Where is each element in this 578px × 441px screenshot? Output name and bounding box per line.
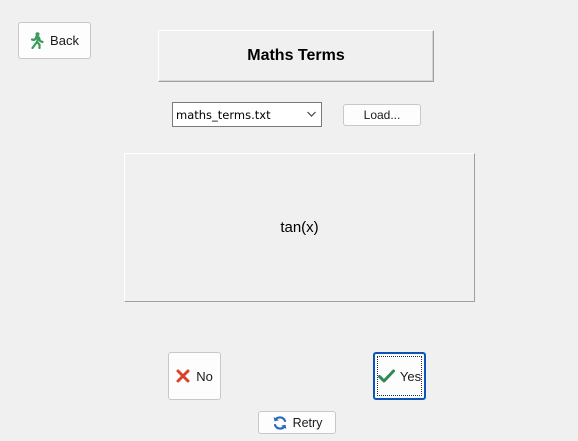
load-label: Load...	[363, 108, 401, 122]
page-title: Maths Terms	[158, 30, 434, 82]
back-label: Back	[50, 33, 79, 48]
chevron-down-icon	[306, 108, 317, 123]
yes-label: Yes	[399, 368, 422, 384]
term-text: tan(x)	[280, 219, 319, 236]
check-icon	[377, 369, 395, 383]
retry-button[interactable]: Retry	[258, 411, 336, 434]
no-label: No	[196, 368, 213, 384]
yes-button[interactable]: Yes	[373, 352, 426, 400]
back-button[interactable]: Back	[18, 22, 91, 59]
cross-icon	[176, 369, 190, 383]
retry-label: Retry	[292, 415, 323, 430]
page-title-text: Maths Terms	[247, 47, 345, 64]
load-button[interactable]: Load...	[343, 104, 421, 126]
refresh-icon	[272, 415, 288, 431]
no-button[interactable]: No	[168, 352, 221, 400]
term-display: tan(x)	[124, 153, 475, 302]
file-select[interactable]: maths_terms.txt	[172, 102, 322, 127]
walking-person-icon	[30, 32, 44, 49]
file-select-value: maths_terms.txt	[176, 107, 271, 122]
